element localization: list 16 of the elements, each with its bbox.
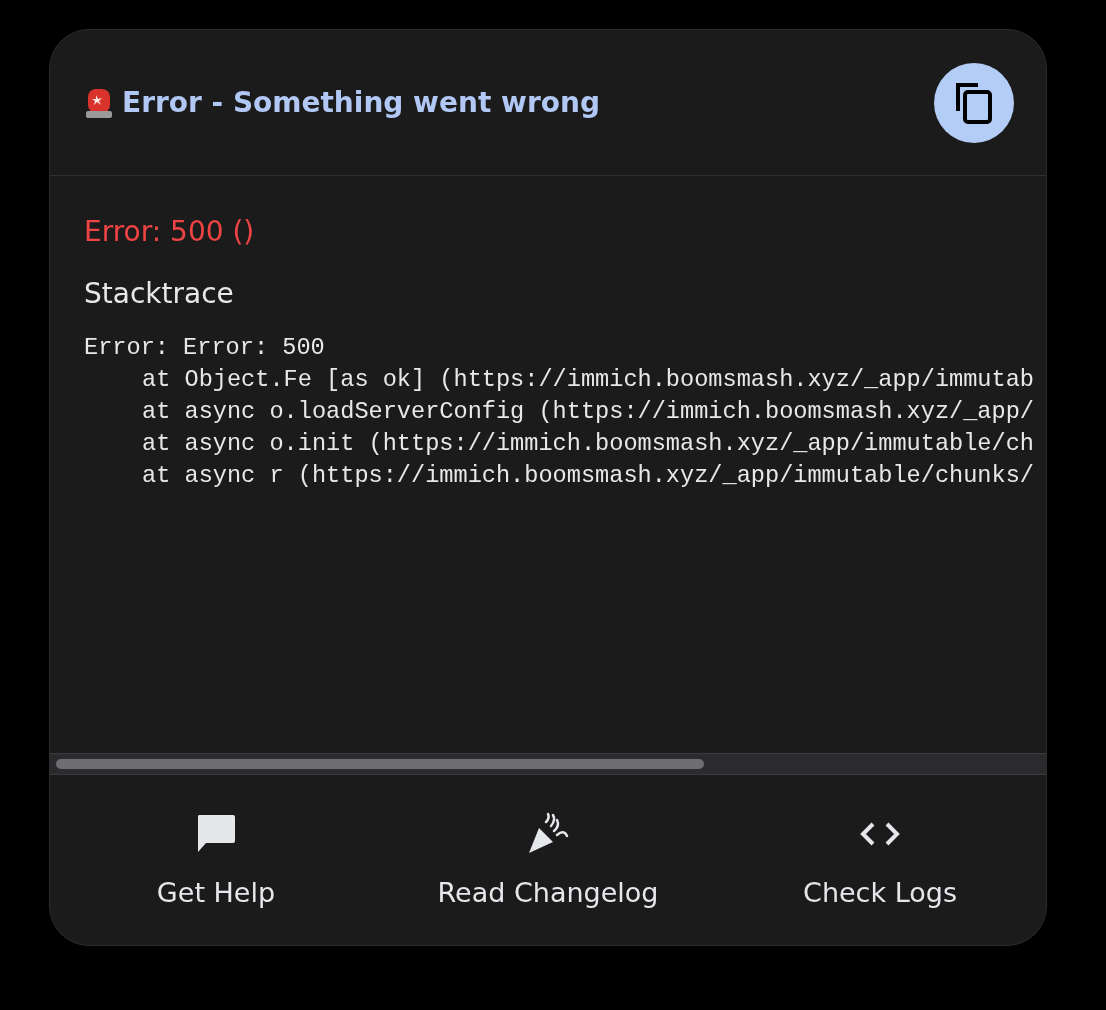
dialog-title: Error - Something went wrong	[122, 84, 600, 121]
error-message: Error: 500 ()	[83, 214, 256, 250]
horizontal-scrollbar[interactable]	[50, 753, 1046, 775]
action-button[interactable]: Get Help	[148, 807, 284, 913]
stacktrace-line: at async r (https://immich.boomsmash.xyz/_app/immutable/chunks/	[142, 461, 1034, 491]
action-button[interactable]: Check Logs	[795, 807, 965, 913]
party-popper-icon	[526, 812, 570, 856]
code-icon	[859, 821, 901, 847]
stacktrace-line: at Object.Fe [as ok] (https://immich.boomsmash.xyz/_app/immutab	[142, 365, 1034, 395]
stacktrace-line: at async o.loadServerConfig (https://immich.boomsmash.xyz/_app/	[142, 397, 1034, 427]
siren-icon	[84, 86, 114, 119]
stacktrace-heading: Stacktrace	[83, 276, 235, 312]
stacktrace-line: Error: Error: 500	[84, 333, 325, 363]
stacktrace-line: at async o.init (https://immich.boomsmash.xyz/_app/immutable/ch	[142, 429, 1034, 459]
copy-icon	[954, 80, 994, 125]
action-button[interactable]: Read Changelog	[429, 807, 667, 913]
